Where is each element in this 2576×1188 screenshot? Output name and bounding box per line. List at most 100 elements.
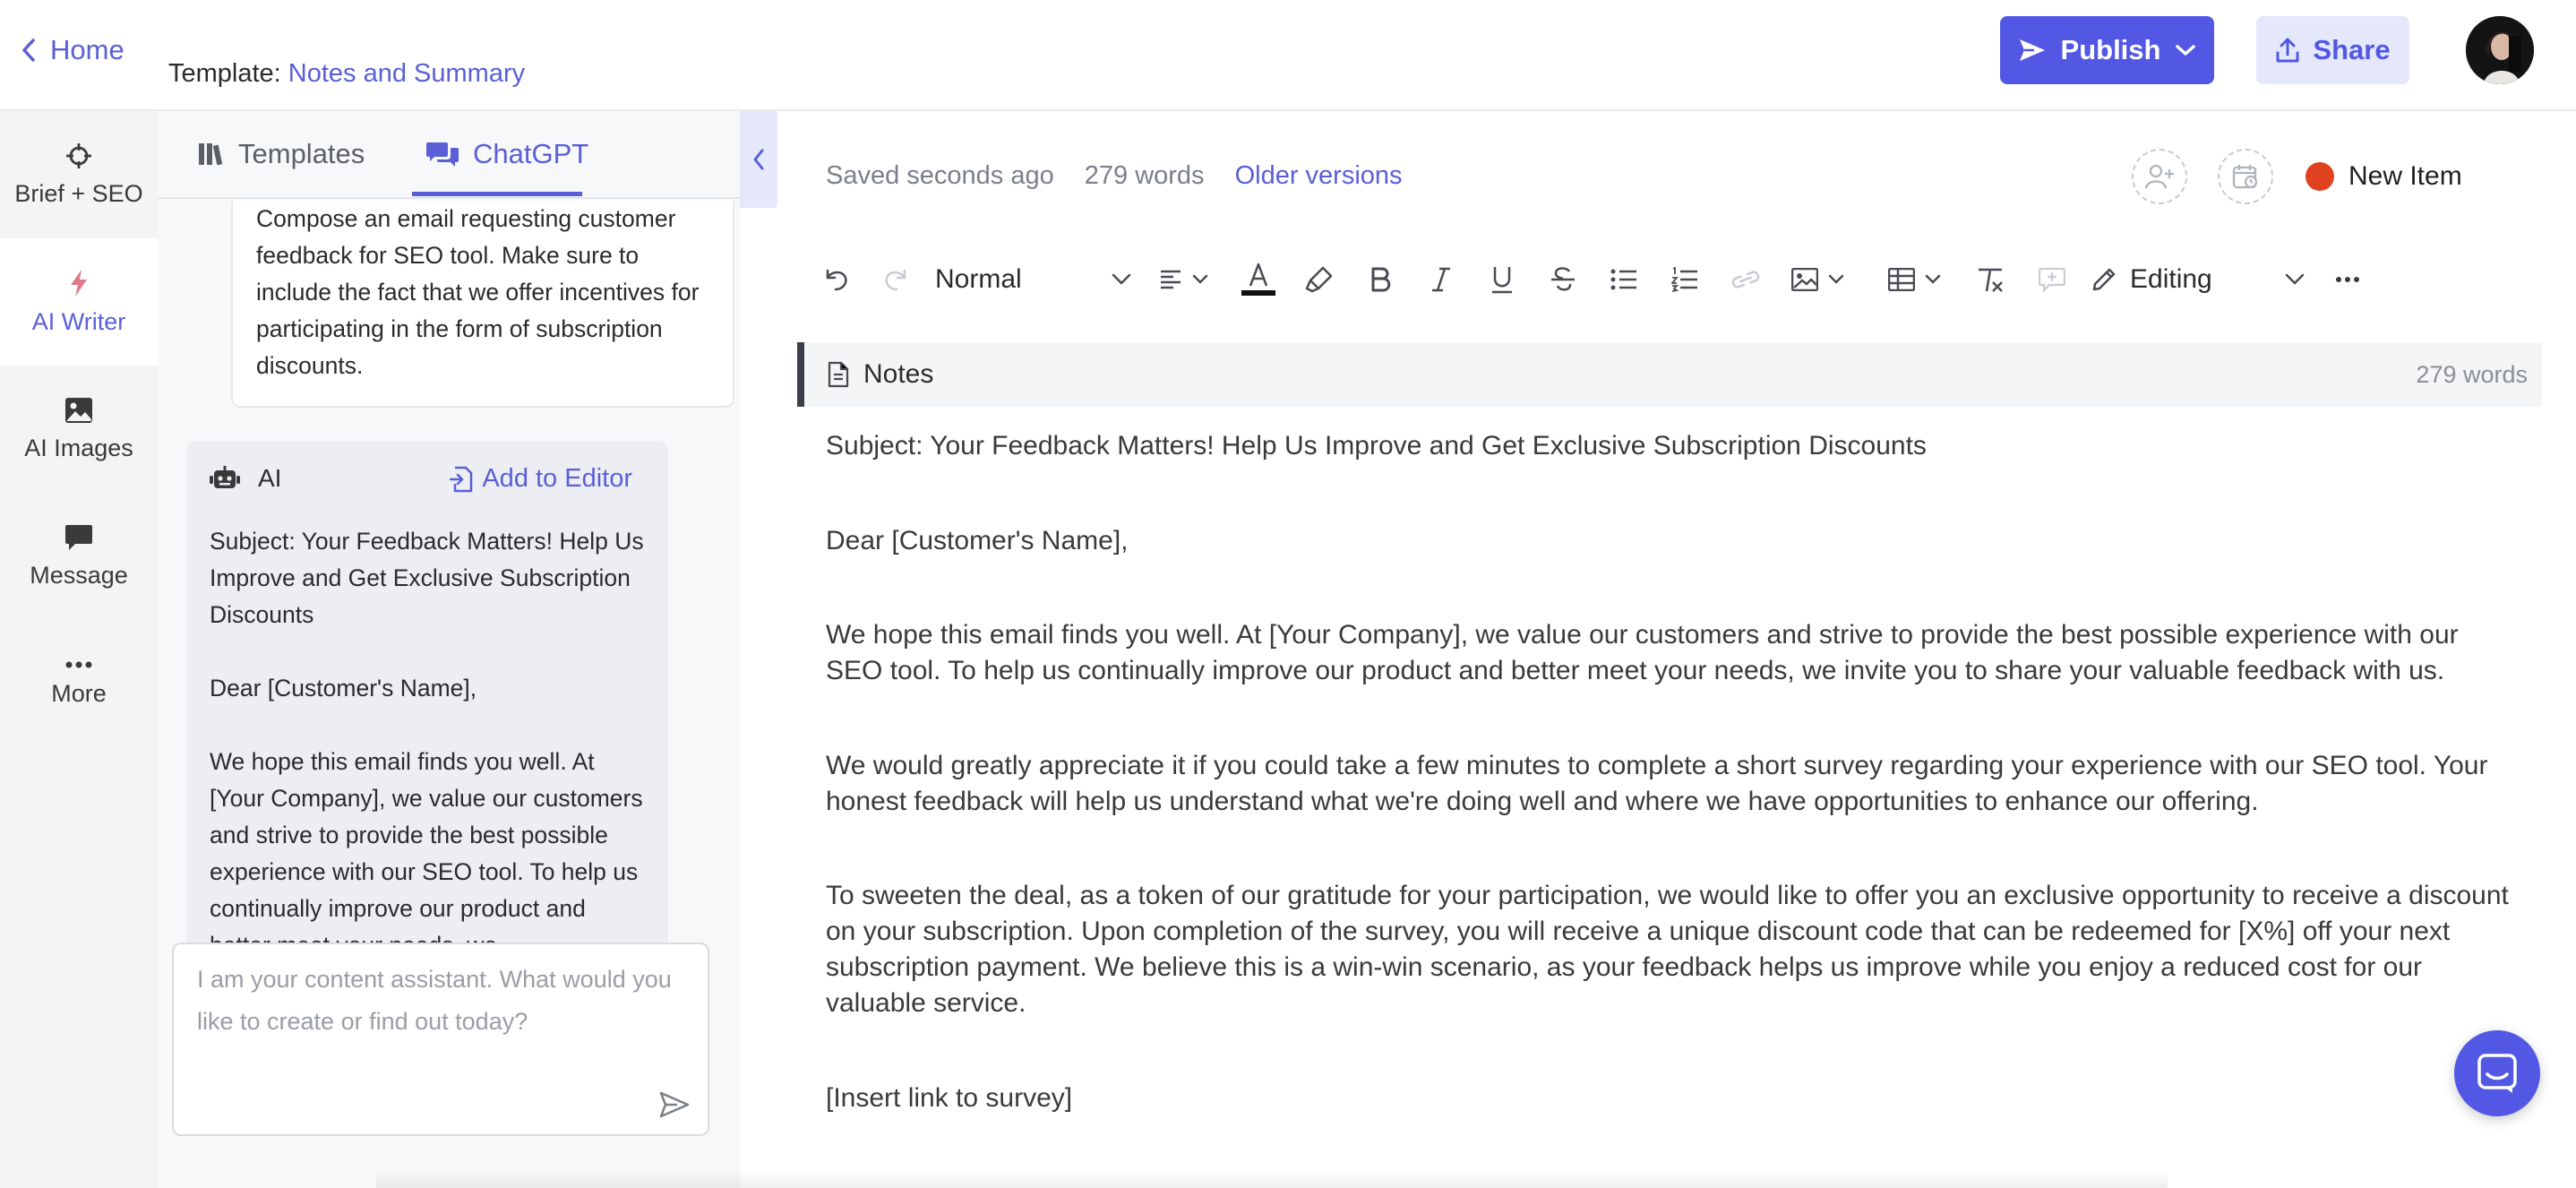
bottom-fade [376, 1170, 2168, 1188]
underline-button[interactable] [1480, 251, 1524, 308]
underline-icon [1490, 265, 1514, 294]
pencil-icon [2091, 266, 2117, 293]
notes-section-header[interactable]: Notes 279 words [797, 342, 2542, 407]
chevron-down-icon [1924, 273, 1942, 286]
rail-item-brief-seo[interactable]: Brief + SEO [0, 111, 158, 238]
link-icon [1731, 271, 1760, 288]
tab-chatgpt[interactable]: ChatGPT [426, 111, 588, 197]
collapse-panel-button[interactable] [740, 111, 777, 208]
rail-item-label: AI Images [24, 434, 133, 461]
chevron-down-icon [2175, 43, 2196, 57]
editing-mode-value-group: Editing [2091, 264, 2212, 295]
doc-paragraph: To sweeten the deal, as a token of our g… [826, 881, 2509, 1018]
doc-paragraph: We would greatly appreciate it if you co… [826, 751, 2488, 816]
rail-item-message[interactable]: Message [0, 493, 158, 620]
text-color-button[interactable] [1236, 251, 1281, 308]
publish-button[interactable]: Publish [2000, 16, 2214, 84]
ai-paragraph: We hope this email finds you well. At [Y… [210, 748, 643, 959]
library-icon [197, 141, 224, 168]
template-name-link[interactable]: Notes and Summary [288, 59, 525, 88]
top-header: Home Template: Notes and Summary Publish… [0, 0, 2576, 111]
text-color-icon [1240, 261, 1277, 298]
robot-icon [210, 465, 240, 492]
bold-button[interactable] [1358, 251, 1403, 308]
chats-icon [426, 141, 459, 168]
template-prefix: Template: [168, 59, 288, 88]
publish-label: Publish [2060, 34, 2161, 65]
upload-icon [2275, 37, 2300, 64]
chevron-down-icon [1191, 273, 1209, 286]
support-chat-button[interactable] [2454, 1030, 2540, 1116]
assistant-input-box [172, 943, 709, 1136]
rail-item-ai-images[interactable]: AI Images [0, 366, 158, 493]
notes-title: Notes [863, 359, 934, 389]
paragraph-style-select[interactable]: Normal [935, 251, 1132, 308]
insert-image-dropdown[interactable] [1784, 251, 1852, 308]
doc-paragraph: [Insert link to survey] [826, 1083, 1073, 1113]
notes-word-count: 279 words [2416, 360, 2528, 388]
editing-mode-value: Editing [2130, 264, 2212, 294]
rail-item-label: AI Writer [31, 307, 126, 335]
bullet-list-icon [1610, 268, 1637, 291]
numbered-list-button[interactable] [1662, 251, 1707, 308]
document-icon [828, 361, 849, 388]
home-link[interactable]: Home [20, 34, 125, 66]
chevron-down-icon [1111, 272, 1132, 287]
assign-user-button[interactable] [2132, 149, 2187, 204]
tab-label: Templates [238, 138, 365, 169]
set-due-date-button[interactable] [2218, 149, 2273, 204]
ai-response-text: Subject: Your Feedback Matters! Help Us … [210, 523, 648, 1001]
add-to-editor-label: Add to Editor [482, 464, 632, 493]
send-arrow-icon [2018, 38, 2047, 63]
more-options-button[interactable] [2325, 251, 2370, 308]
share-label: Share [2313, 34, 2391, 65]
rail-item-label: More [51, 679, 107, 707]
rail-item-more[interactable]: More [0, 620, 158, 747]
rail-item-ai-writer[interactable]: AI Writer [0, 238, 158, 366]
editing-mode-select[interactable]: Editing [2091, 251, 2306, 308]
assistant-prompt-input[interactable] [195, 957, 683, 1086]
doc-paragraph: Subject: Your Feedback Matters! Help Us … [826, 431, 1927, 461]
template-indicator: Template: Notes and Summary [168, 59, 525, 89]
undo-icon [822, 267, 849, 292]
clear-formatting-button[interactable] [1969, 251, 2014, 308]
table-icon [1888, 268, 1915, 291]
numbered-list-icon [1671, 267, 1698, 292]
image-icon [64, 397, 93, 424]
word-count: 279 words [1084, 161, 1205, 190]
item-status[interactable]: New Item [2306, 161, 2462, 192]
ai-label: AI [258, 464, 282, 492]
insert-table-dropdown[interactable] [1881, 251, 1949, 308]
add-to-editor-button[interactable]: Add to Editor [450, 464, 632, 494]
italic-button[interactable] [1419, 251, 1464, 308]
left-icon-rail: Brief + SEO AI Writer AI Images Message … [0, 111, 158, 1188]
bullet-list-button[interactable] [1601, 251, 1646, 308]
tab-templates[interactable]: Templates [197, 111, 365, 197]
align-dropdown[interactable] [1150, 251, 1218, 308]
strikethrough-icon [1550, 266, 1576, 293]
redo-button[interactable] [874, 251, 919, 308]
paragraph-style-value: Normal [935, 264, 1022, 294]
share-button[interactable]: Share [2256, 16, 2409, 84]
more-dots-icon [2335, 276, 2360, 283]
strikethrough-button[interactable] [1541, 251, 1585, 308]
highlight-button[interactable] [1297, 251, 1342, 308]
crosshair-icon [65, 142, 92, 169]
add-comment-button[interactable] [2030, 251, 2074, 308]
active-tab-indicator [412, 192, 582, 196]
undo-button[interactable] [813, 251, 858, 308]
chevron-left-icon [751, 148, 766, 171]
older-versions-link[interactable]: Older versions [1235, 161, 1403, 191]
redo-icon [883, 267, 910, 292]
link-button[interactable] [1723, 251, 1768, 308]
send-icon[interactable] [659, 1091, 690, 1118]
chat-bubble-icon [64, 524, 93, 551]
document-body[interactable]: Subject: Your Feedback Matters! Help Us … [826, 428, 2528, 1116]
chevron-down-icon [1827, 273, 1845, 286]
ai-paragraph: Subject: Your Feedback Matters! Help Us … [210, 528, 644, 628]
home-label: Home [50, 34, 125, 65]
editor-status-row: Saved seconds ago 279 words Older versio… [826, 161, 1403, 191]
user-avatar[interactable] [2466, 16, 2534, 84]
panel-tabs: Templates ChatGPT [158, 111, 740, 199]
ai-paragraph: Dear [Customer's Name], [210, 675, 477, 702]
